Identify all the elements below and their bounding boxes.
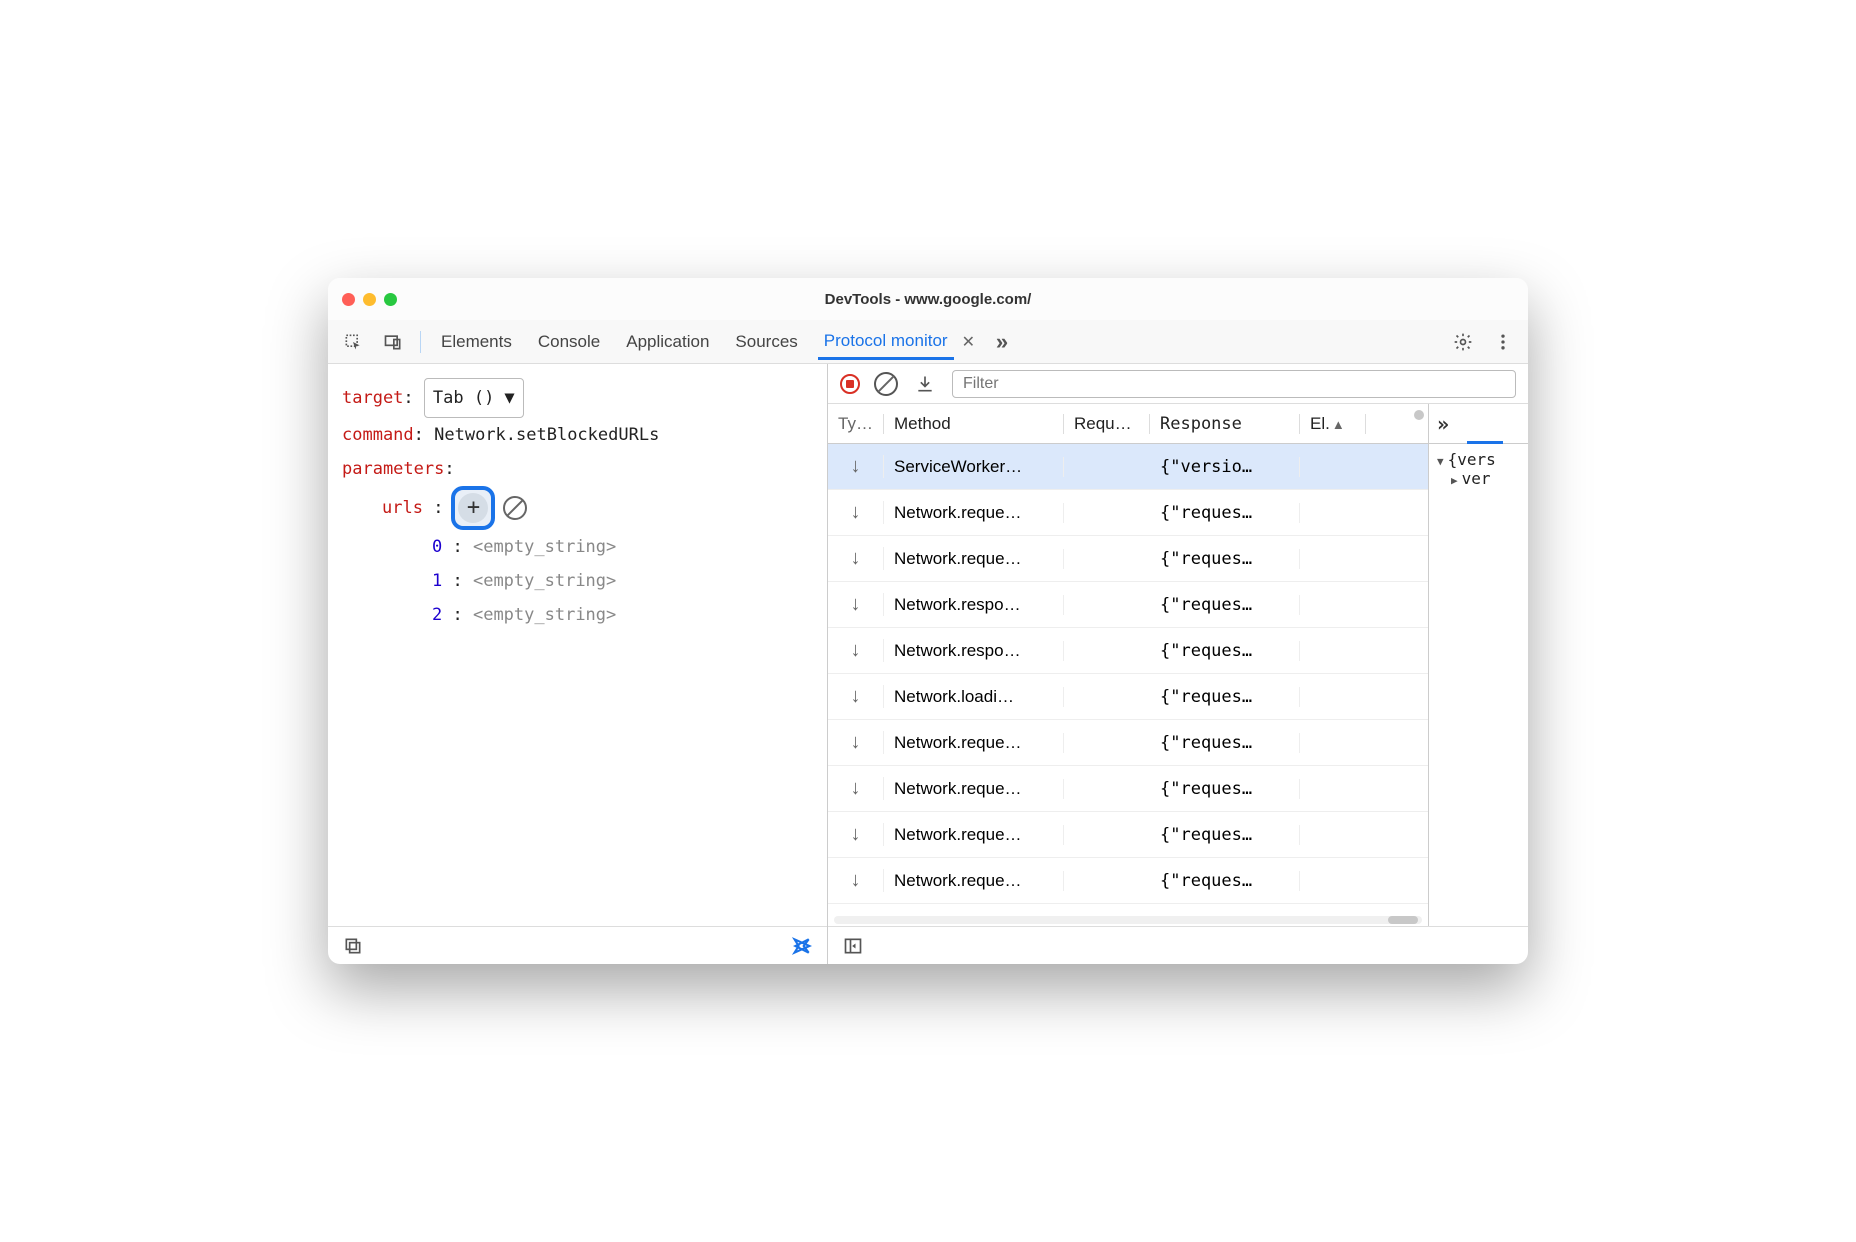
arrow-down-icon: ↓ xyxy=(851,501,861,524)
command-label: command xyxy=(342,425,414,445)
settings-gear-icon[interactable] xyxy=(1450,329,1476,355)
triangle-right-icon: ▶ xyxy=(1451,474,1458,487)
table-row[interactable]: ↓Network.respo…{"reques… xyxy=(828,904,1428,914)
horizontal-scrollbar[interactable] xyxy=(828,914,1428,926)
arrow-down-icon: ↓ xyxy=(851,547,861,570)
arrow-down-icon: ↓ xyxy=(851,639,861,662)
tab-protocol-monitor[interactable]: Protocol monitor xyxy=(818,323,954,360)
col-elapsed[interactable]: El.▲ xyxy=(1300,414,1366,434)
kebab-menu-icon[interactable] xyxy=(1490,329,1516,355)
tab-elements[interactable]: Elements xyxy=(435,324,518,360)
left-statusbar xyxy=(328,926,827,964)
urls-label: urls xyxy=(382,498,423,518)
more-details-icon[interactable]: » xyxy=(1437,412,1449,436)
command-editor: target: Tab () ▼ command: Network.setBlo… xyxy=(328,364,827,926)
add-item-highlight: + xyxy=(451,486,495,530)
arrow-down-icon: ↓ xyxy=(851,731,861,754)
vertical-scroll-indicator[interactable] xyxy=(1414,410,1424,420)
url-item[interactable]: 0 : <empty_string> xyxy=(342,530,813,564)
tab-sources[interactable]: Sources xyxy=(729,324,803,360)
url-item[interactable]: 2 : <empty_string> xyxy=(342,598,813,632)
arrow-down-icon: ↓ xyxy=(851,823,861,846)
target-label: target xyxy=(342,388,403,408)
arrow-down-icon: ↓ xyxy=(851,455,861,478)
window-title: DevTools - www.google.com/ xyxy=(328,291,1528,308)
main-toolbar: Elements Console Application Sources Pro… xyxy=(328,320,1528,364)
protocol-toolbar xyxy=(828,364,1528,404)
right-pane: Type Method Requ… Response El.▲ ↓Service… xyxy=(828,364,1528,964)
table-row[interactable]: ↓Network.loadi…{"reques… xyxy=(828,674,1428,720)
window-minimize-button[interactable] xyxy=(363,293,376,306)
col-request[interactable]: Requ… xyxy=(1064,414,1150,434)
tree-child[interactable]: ▶ver xyxy=(1437,469,1520,488)
table-row[interactable]: ↓ServiceWorker…{"versio… xyxy=(828,444,1428,490)
device-toggle-icon[interactable] xyxy=(380,329,406,355)
command-value[interactable]: Network.setBlockedURLs xyxy=(434,425,659,445)
col-method[interactable]: Method xyxy=(884,414,1064,434)
grid-body[interactable]: ↓ServiceWorker…{"versio…↓Network.reque…{… xyxy=(828,444,1428,914)
col-type[interactable]: Type xyxy=(828,414,884,434)
left-pane: target: Tab () ▼ command: Network.setBlo… xyxy=(328,364,828,964)
add-item-button[interactable]: + xyxy=(458,493,488,523)
table-row[interactable]: ↓Network.reque…{"reques… xyxy=(828,812,1428,858)
col-response[interactable]: Response xyxy=(1150,414,1300,434)
record-button[interactable] xyxy=(840,374,860,394)
tab-application[interactable]: Application xyxy=(620,324,715,360)
right-statusbar xyxy=(828,926,1528,964)
arrow-down-icon: ↓ xyxy=(851,685,861,708)
parameters-label: parameters xyxy=(342,459,444,479)
table-row[interactable]: ↓Network.reque…{"reques… xyxy=(828,858,1428,904)
tab-console[interactable]: Console xyxy=(532,324,606,360)
table-row[interactable]: ↓Network.respo…{"reques… xyxy=(828,582,1428,628)
clear-log-button[interactable] xyxy=(874,372,898,396)
arrow-down-icon: ↓ xyxy=(851,593,861,616)
main-split: target: Tab () ▼ command: Network.setBlo… xyxy=(328,364,1528,964)
grid-header: Type Method Requ… Response El.▲ xyxy=(828,404,1428,444)
close-tab-button[interactable]: ✕ xyxy=(962,332,975,352)
url-item[interactable]: 1 : <empty_string> xyxy=(342,564,813,598)
table-row[interactable]: ↓Network.reque…{"reques… xyxy=(828,766,1428,812)
arrow-down-icon: ↓ xyxy=(851,777,861,800)
window-close-button[interactable] xyxy=(342,293,355,306)
triangle-down-icon: ▼ xyxy=(1437,455,1444,468)
window-zoom-button[interactable] xyxy=(384,293,397,306)
details-panel: » ▼{vers ▶ver xyxy=(1428,404,1528,926)
window: DevTools - www.google.com/ Elements Cons… xyxy=(328,278,1528,964)
protocol-grid: Type Method Requ… Response El.▲ ↓Service… xyxy=(828,404,1428,926)
target-select[interactable]: Tab () ▼ xyxy=(424,378,524,418)
grid-area: Type Method Requ… Response El.▲ ↓Service… xyxy=(828,404,1528,926)
titlebar: DevTools - www.google.com/ xyxy=(328,278,1528,320)
inspect-icon[interactable] xyxy=(340,329,366,355)
clear-items-button[interactable] xyxy=(503,496,527,520)
table-row[interactable]: ↓Network.reque…{"reques… xyxy=(828,536,1428,582)
arrow-down-icon: ↓ xyxy=(851,869,861,892)
table-row[interactable]: ↓Network.respo…{"reques… xyxy=(828,628,1428,674)
copy-icon[interactable] xyxy=(340,933,366,959)
tree-root[interactable]: ▼{vers xyxy=(1437,450,1520,469)
more-tabs-icon[interactable]: » xyxy=(989,329,1015,355)
chevron-down-icon: ▼ xyxy=(504,381,514,415)
sort-asc-icon: ▲ xyxy=(1332,417,1345,432)
toggle-panel-icon[interactable] xyxy=(840,933,866,959)
send-button[interactable] xyxy=(789,933,815,959)
filter-input[interactable] xyxy=(952,370,1516,398)
toolbar-divider xyxy=(420,331,421,353)
table-row[interactable]: ↓Network.reque…{"reques… xyxy=(828,490,1428,536)
download-icon[interactable] xyxy=(912,371,938,397)
table-row[interactable]: ↓Network.reque…{"reques… xyxy=(828,720,1428,766)
